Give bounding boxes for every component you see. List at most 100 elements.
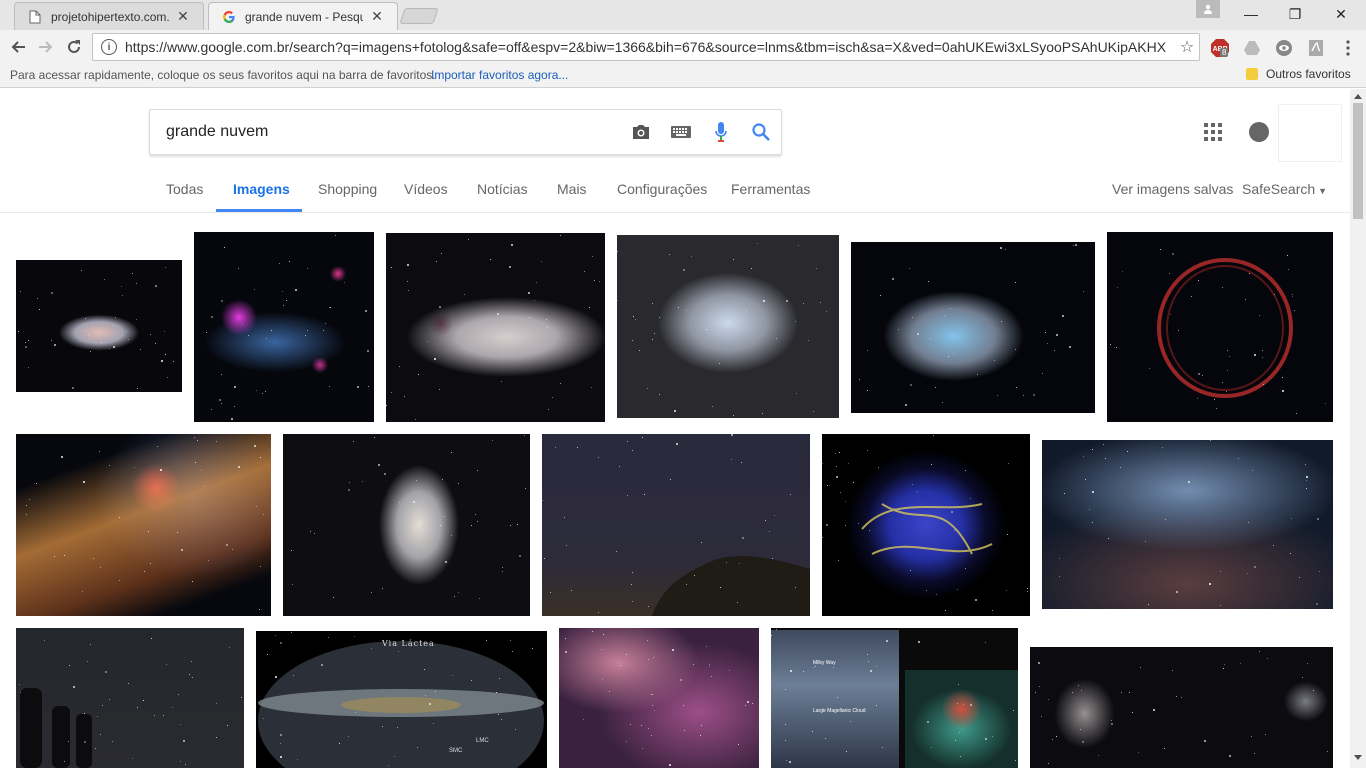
image-result[interactable]: [16, 628, 244, 768]
tab-shopping[interactable]: Shopping: [318, 181, 377, 197]
star-dot: [266, 338, 267, 339]
star-dot: [882, 747, 883, 748]
image-result[interactable]: [283, 434, 530, 616]
tab-ferramentas[interactable]: Ferramentas: [731, 181, 810, 197]
star-dot: [119, 517, 120, 518]
search-box[interactable]: grande nuvem: [149, 109, 782, 155]
star-dot: [808, 340, 809, 341]
tab-close-icon[interactable]: ✕: [369, 8, 385, 25]
star-dot: [132, 273, 133, 274]
url-text[interactable]: https://www.google.com.br/search?q=image…: [125, 39, 1175, 55]
notifications-icon[interactable]: [1249, 122, 1269, 142]
star-dot: [154, 715, 155, 716]
info-icon[interactable]: i: [101, 39, 117, 55]
star-dot: [826, 311, 827, 312]
back-arrow-icon[interactable]: [6, 35, 30, 59]
image-result[interactable]: [1107, 232, 1333, 422]
star-dot: [417, 747, 418, 748]
star-dot: [933, 435, 934, 436]
image-result[interactable]: [386, 233, 605, 422]
image-result[interactable]: [542, 434, 810, 616]
star-dot: [283, 305, 284, 306]
star-dot: [18, 331, 19, 332]
image-result[interactable]: [16, 434, 271, 616]
star-dot: [72, 387, 74, 389]
camera-icon[interactable]: [621, 120, 661, 144]
scroll-down-arrow-icon[interactable]: [1354, 755, 1362, 760]
google-logo[interactable]: [8, 105, 136, 165]
star-dot: [134, 467, 135, 468]
star-dot: [955, 740, 956, 741]
import-bookmarks-link[interactable]: Importar favoritos agora...: [431, 68, 568, 82]
star-dot: [1198, 373, 1200, 375]
menu-dots-icon[interactable]: [1338, 38, 1358, 58]
tab-todas[interactable]: Todas: [166, 181, 203, 197]
scroll-up-arrow-icon[interactable]: [1354, 94, 1362, 99]
image-result[interactable]: [194, 232, 374, 422]
star-dot: [1153, 709, 1155, 711]
star-dot: [850, 721, 851, 722]
star-dot: [652, 339, 653, 340]
image-result[interactable]: Via Láctea SMC LMC: [256, 631, 547, 768]
star-dot: [155, 343, 156, 344]
tab-projetohipertexto[interactable]: projetohipertexto.com.br ✕: [14, 2, 204, 30]
close-window-button[interactable]: ✕: [1318, 0, 1364, 28]
star-dot: [234, 406, 235, 407]
image-result[interactable]: [1030, 647, 1333, 768]
star-dot: [931, 464, 932, 465]
tab-videos[interactable]: Vídeos: [404, 181, 448, 197]
image-result[interactable]: [822, 434, 1030, 616]
microphone-icon[interactable]: [701, 120, 741, 144]
tab-imagens[interactable]: Imagens: [233, 181, 290, 197]
new-tab-button[interactable]: [399, 8, 439, 24]
star-dot: [720, 587, 721, 588]
image-result[interactable]: [851, 242, 1095, 413]
minimize-button[interactable]: —: [1228, 0, 1274, 28]
keyboard-icon[interactable]: [661, 120, 701, 144]
extension-badge: 8: [1220, 48, 1229, 57]
star-dot: [536, 282, 537, 283]
image-result[interactable]: [617, 235, 839, 418]
adblock-icon[interactable]: ABP 8: [1210, 38, 1230, 58]
restore-button[interactable]: ❐: [1272, 0, 1318, 28]
star-dot: [1316, 603, 1318, 605]
scrollbar-thumb[interactable]: [1353, 103, 1363, 219]
pdf-extension-icon[interactable]: [1306, 38, 1326, 58]
image-result[interactable]: [16, 260, 182, 392]
apps-grid-icon[interactable]: [1204, 123, 1222, 141]
other-bookmarks-folder[interactable]: Outros favoritos: [1246, 67, 1351, 81]
tab-noticias[interactable]: Notícias: [477, 181, 528, 197]
saved-images-link[interactable]: Ver imagens salvas: [1112, 181, 1233, 197]
search-icon[interactable]: [741, 120, 781, 144]
tab-close-icon[interactable]: ✕: [175, 8, 191, 25]
drive-icon[interactable]: [1242, 38, 1262, 58]
star-dot: [762, 413, 763, 414]
tab-mais[interactable]: Mais: [557, 181, 587, 197]
page-scrollbar[interactable]: [1350, 89, 1366, 768]
star-dot: [1306, 488, 1307, 489]
star-dot: [867, 390, 868, 391]
tab-configuracoes[interactable]: Configurações: [617, 181, 707, 197]
star-dot: [542, 500, 543, 501]
search-input[interactable]: grande nuvem: [150, 123, 621, 141]
eye-extension-icon[interactable]: [1274, 38, 1294, 58]
star-dot: [639, 350, 640, 351]
star-dot: [216, 703, 217, 704]
reload-icon[interactable]: [62, 35, 86, 59]
image-result[interactable]: [559, 628, 759, 768]
image-result[interactable]: [1042, 440, 1333, 609]
star-dot: [85, 318, 86, 319]
bookmark-star-icon[interactable]: ☆: [1175, 37, 1199, 57]
star-dot: [670, 479, 671, 480]
tab-google-search[interactable]: grande nuvem - Pesquisa ✕: [208, 2, 398, 30]
image-result[interactable]: Milky Way Large Magellanic Cloud: [771, 628, 1018, 768]
star-dot: [944, 315, 945, 316]
profile-icon[interactable]: [1196, 0, 1220, 18]
safesearch-dropdown[interactable]: SafeSearch ▼: [1242, 181, 1327, 197]
star-dot: [413, 501, 415, 503]
account-avatar[interactable]: [1279, 105, 1341, 161]
forward-arrow-icon[interactable]: [34, 35, 58, 59]
address-bar[interactable]: i https://www.google.com.br/search?q=ima…: [92, 33, 1200, 61]
star-dot: [501, 719, 502, 720]
star-dot: [275, 676, 277, 678]
